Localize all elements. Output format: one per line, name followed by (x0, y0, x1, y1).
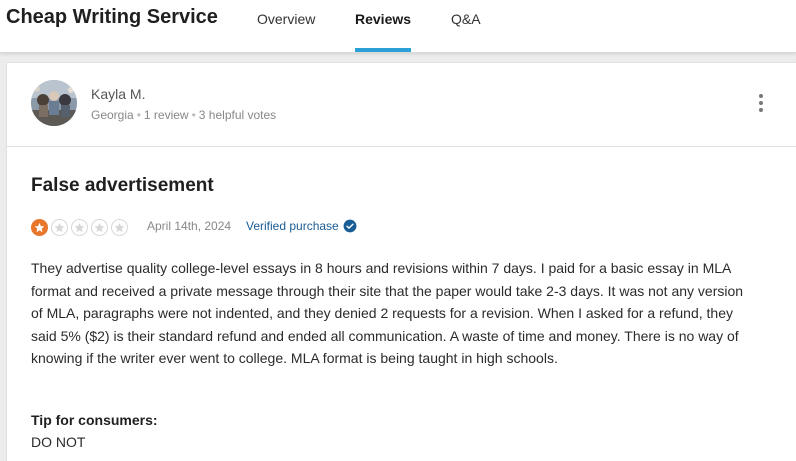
divider (7, 146, 796, 147)
avatar[interactable] (31, 80, 77, 126)
separator-dot: • (191, 108, 196, 122)
reviewer-helpful-votes: 3 helpful votes (198, 108, 277, 122)
active-tab-indicator (355, 48, 411, 52)
star-icon-empty (71, 219, 88, 236)
star-rating (31, 219, 128, 237)
review-body: They advertise quality college-level ess… (31, 260, 744, 366)
tip-text: DO NOT (31, 434, 86, 450)
star-icon-empty (111, 219, 128, 236)
review-date: April 14th, 2024 (147, 219, 232, 233)
top-navigation-bar: Cheap Writing Service Overview Reviews Q… (0, 0, 796, 53)
review-card: Kayla M. Georgia • 1 review • 3 helpful vote… (6, 62, 796, 461)
avatar-image (31, 80, 77, 126)
reviewer-review-count: 1 review (143, 108, 189, 122)
star-icon-filled (31, 219, 48, 236)
reviewer-name[interactable]: Kayla M. (91, 86, 145, 102)
tip-label: Tip for consumers: (31, 412, 158, 428)
review-title: False advertisement (31, 175, 214, 196)
tab-overview[interactable]: Overview (257, 11, 315, 27)
reviewer-meta: Georgia • 1 review • 3 helpful votes (91, 108, 276, 122)
star-icon-empty (91, 219, 108, 236)
company-name[interactable]: Cheap Writing Service (6, 6, 218, 29)
separator-dot: • (136, 108, 141, 122)
tab-reviews[interactable]: Reviews (355, 11, 411, 27)
verified-purchase-label: Verified purchase (246, 219, 339, 233)
more-options-icon[interactable] (751, 91, 771, 115)
reviewer-location: Georgia (91, 108, 134, 122)
star-icon-empty (51, 219, 68, 236)
verified-purchase-badge[interactable]: Verified purchase (246, 219, 357, 233)
verified-check-icon (343, 219, 357, 233)
tab-qa[interactable]: Q&A (451, 11, 481, 27)
